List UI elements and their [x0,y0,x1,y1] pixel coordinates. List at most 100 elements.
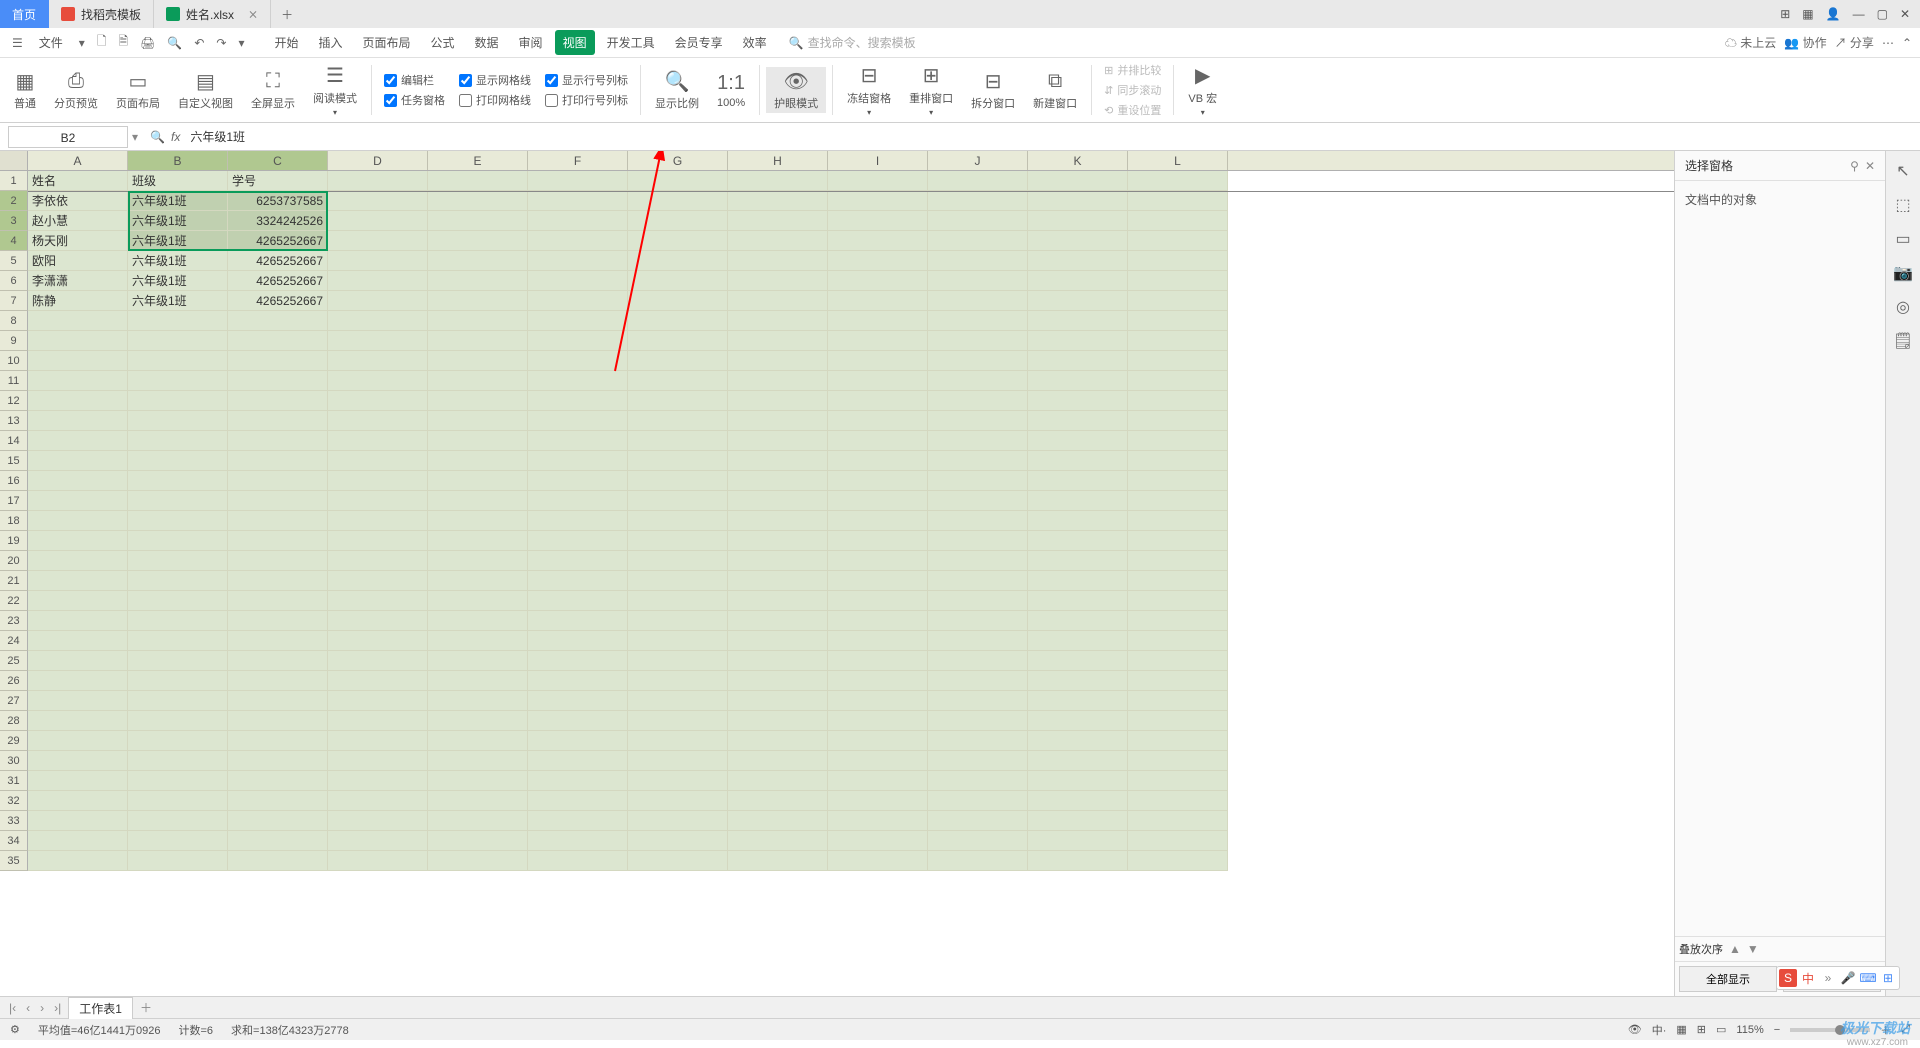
cell[interactable] [428,171,528,191]
cell[interactable] [928,451,1028,471]
new-window[interactable]: ⧉新建窗口 [1025,67,1085,113]
cell[interactable] [28,811,128,831]
cell[interactable] [1028,811,1128,831]
cell[interactable] [128,751,228,771]
cell[interactable] [1128,271,1228,291]
cell[interactable] [928,311,1028,331]
cell[interactable] [28,711,128,731]
cell[interactable] [528,491,628,511]
cell[interactable] [728,311,828,331]
cell[interactable] [1028,251,1128,271]
cell[interactable] [1128,811,1228,831]
cell[interactable] [728,451,828,471]
row-header[interactable]: 12 [0,391,28,411]
cell[interactable] [128,491,228,511]
move-up-icon[interactable]: ▲ [1729,942,1741,956]
cell[interactable] [528,671,628,691]
row-header[interactable]: 22 [0,591,28,611]
cell[interactable] [728,671,828,691]
cell[interactable] [1128,551,1228,571]
cell[interactable] [1028,771,1128,791]
cell[interactable] [628,171,728,191]
cell[interactable] [928,171,1028,191]
cell[interactable] [1128,691,1228,711]
cell[interactable] [728,211,828,231]
col-header-A[interactable]: A [28,151,128,170]
cell[interactable] [828,511,928,531]
cell[interactable] [628,371,728,391]
cell[interactable] [528,311,628,331]
cell[interactable] [828,711,928,731]
cell[interactable] [628,551,728,571]
cell[interactable] [628,811,728,831]
cell[interactable] [728,851,828,871]
view-page-layout[interactable]: ▭页面布局 [108,67,168,113]
cloud-status[interactable]: ☁ 未上云 [1725,34,1776,51]
file-menu[interactable]: 文件 [31,30,71,55]
minimize-button[interactable]: — [1853,7,1865,21]
cell[interactable] [1028,271,1128,291]
cell[interactable] [28,451,128,471]
cell[interactable] [428,291,528,311]
cell[interactable] [328,651,428,671]
row-header[interactable]: 20 [0,551,28,571]
cell[interactable] [728,771,828,791]
row-header[interactable]: 2 [0,191,28,211]
cell[interactable] [128,651,228,671]
cell[interactable] [228,751,328,771]
cell[interactable] [428,271,528,291]
cell[interactable] [1128,851,1228,871]
cell[interactable] [1028,611,1128,631]
cell[interactable] [928,671,1028,691]
cell[interactable] [428,731,528,751]
cell[interactable] [428,811,528,831]
cell[interactable] [1028,651,1128,671]
row-header[interactable]: 29 [0,731,28,751]
col-header-L[interactable]: L [1128,151,1228,170]
preview-icon[interactable]: 🔍 [163,32,186,54]
cell[interactable] [128,431,228,451]
cell[interactable] [128,731,228,751]
cell[interactable] [628,491,728,511]
sheet-last-icon[interactable]: ›| [51,1001,64,1015]
col-header-B[interactable]: B [128,151,228,170]
cell[interactable] [528,271,628,291]
cell[interactable] [1028,731,1128,751]
eye-protect[interactable]: 👁护眼模式 [766,67,826,113]
cell[interactable] [228,431,328,451]
arrange-windows[interactable]: ⊞重排窗口▾ [901,62,961,119]
cell[interactable] [728,631,828,651]
row-header[interactable]: 13 [0,411,28,431]
formula-input[interactable]: 六年级1班 [186,126,1912,147]
cell[interactable] [28,671,128,691]
new-tab-button[interactable]: ＋ [271,0,303,28]
cell[interactable] [828,211,928,231]
cell[interactable] [728,291,828,311]
cell[interactable] [1028,671,1128,691]
cell[interactable] [28,331,128,351]
cell[interactable] [728,391,828,411]
cell[interactable] [628,471,728,491]
sheet-prev-icon[interactable]: ‹ [23,1001,33,1015]
cell[interactable]: 4265252667 [228,271,328,291]
cell[interactable]: 陈静 [28,291,128,311]
cell[interactable] [528,371,628,391]
cell[interactable] [928,391,1028,411]
cell[interactable]: 学号 [228,171,328,191]
cell[interactable] [628,331,728,351]
menu-efficiency[interactable]: 效率 [735,30,775,55]
row-header[interactable]: 27 [0,691,28,711]
panel-close-icon[interactable]: ✕ [1865,159,1875,173]
cell[interactable] [1128,491,1228,511]
cell[interactable] [28,431,128,451]
cell[interactable] [328,751,428,771]
cell[interactable]: 六年级1班 [128,211,228,231]
cell[interactable] [1028,311,1128,331]
cell[interactable]: 欧阳 [28,251,128,271]
cell[interactable] [928,691,1028,711]
cell[interactable] [328,711,428,731]
cell[interactable] [228,371,328,391]
view2-icon[interactable]: ⊞ [1697,1023,1706,1036]
cell[interactable] [728,231,828,251]
cell[interactable] [328,231,428,251]
